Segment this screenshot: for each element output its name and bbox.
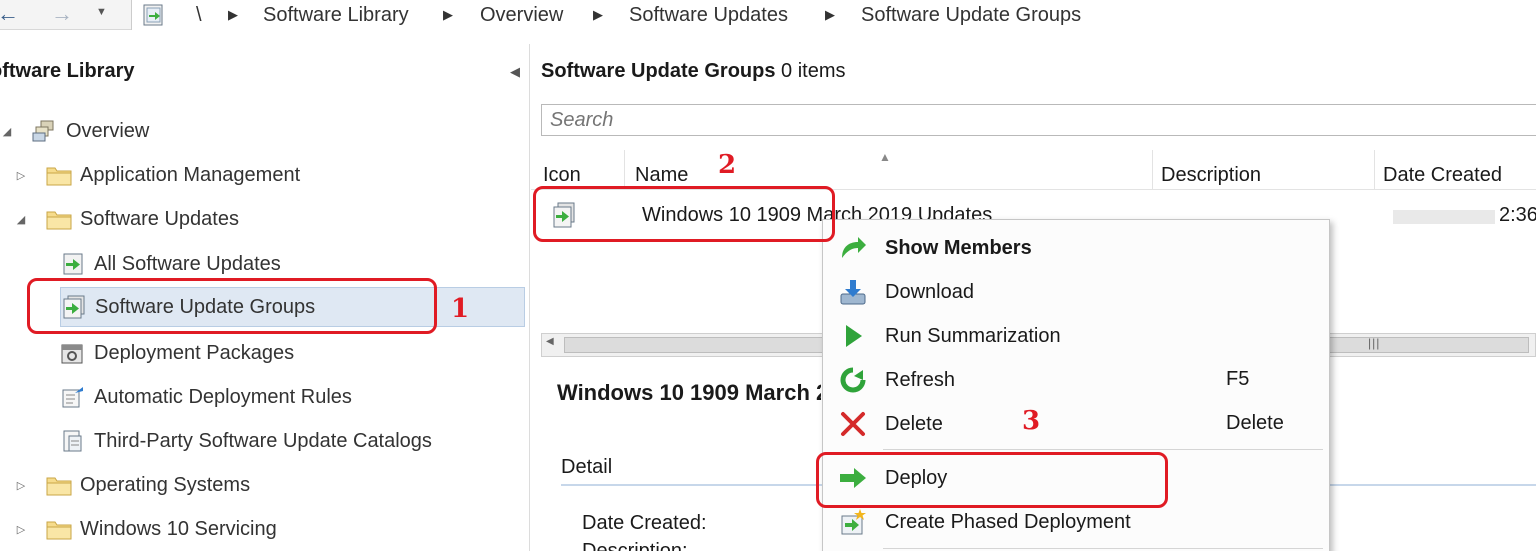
folder-icon	[46, 473, 72, 497]
breadcrumb-separator-icon[interactable]: ▶	[228, 6, 238, 24]
menu-shortcut: F5	[1226, 368, 1250, 390]
breadcrumb-overview[interactable]: Overview	[480, 3, 563, 27]
collapse-pane-icon[interactable]: ◀	[510, 64, 520, 80]
history-dropdown-icon[interactable]: ▼	[96, 6, 107, 18]
overview-icon	[32, 119, 58, 143]
refresh-icon	[835, 365, 871, 395]
details-title: Windows 10 1909 March 2019 Updates	[557, 380, 821, 405]
folder-icon	[46, 517, 72, 541]
tree-item-third-party-catalogs[interactable]: Third-Party Software Update Catalogs	[60, 421, 432, 461]
breadcrumb-root[interactable]: \	[196, 3, 202, 27]
annotation-box-step-3	[816, 452, 1168, 508]
catalog-icon	[60, 429, 86, 453]
tree-label: Application Management	[80, 164, 301, 186]
menu-shortcut: Delete	[1226, 412, 1284, 434]
address-bar: ← → ▼ \ ▶ Software Library ▶ Overview ▶ …	[0, 0, 1536, 30]
back-arrow-icon[interactable]: ←	[0, 2, 22, 28]
annotation-number-1: 1	[451, 294, 470, 324]
menu-item-delete[interactable]: Delete Delete	[823, 402, 1329, 446]
detail-description-label: Description:	[582, 540, 688, 551]
row-date-created: 2:36	[1499, 204, 1536, 226]
redacted-date	[1393, 210, 1495, 224]
collapsed-arrow-icon[interactable]: ▷	[14, 523, 28, 536]
menu-item-download[interactable]: Download	[823, 270, 1329, 314]
tree-label: Overview	[66, 120, 150, 142]
expanded-arrow-icon[interactable]: ◢	[14, 213, 28, 226]
menu-item-show-members[interactable]: Show Members	[823, 226, 1329, 270]
menu-label: Show Members	[885, 236, 1032, 259]
scrollbar-grip-icon: |||	[1368, 336, 1381, 350]
breadcrumb-separator-icon[interactable]: ▶	[825, 6, 835, 24]
content-pane-title: Software Update Groups 0 items	[541, 60, 846, 83]
menu-item-run-summarization[interactable]: Run Summarization	[823, 314, 1329, 358]
detail-section-header: Detail	[561, 456, 613, 478]
column-header-icon[interactable]: Icon	[531, 150, 625, 190]
annotation-number-3: 3	[1022, 406, 1041, 436]
grid-header: Icon Name ▲ Description Date Created	[531, 150, 1536, 190]
menu-label: Create Phased Deployment	[885, 510, 1131, 533]
sort-ascending-icon: ▲	[879, 150, 891, 164]
tree-label: Automatic Deployment Rules	[94, 386, 352, 408]
delete-icon	[835, 409, 871, 439]
expanded-arrow-icon[interactable]: ◢	[0, 125, 14, 138]
software-update-icon	[60, 252, 86, 276]
annotation-box-step-1	[27, 278, 437, 334]
tree-item-windows-10-servicing[interactable]: ▷ Windows 10 Servicing	[14, 509, 277, 549]
download-icon	[835, 277, 871, 307]
item-count: 0 items	[781, 60, 846, 82]
menu-separator	[883, 449, 1323, 450]
menu-label: Run Summarization	[885, 324, 1061, 347]
tree-label: All Software Updates	[94, 253, 281, 275]
search-input[interactable]	[541, 104, 1536, 136]
tree-label: Software Updates	[80, 208, 239, 230]
tree-item-operating-systems[interactable]: ▷ Operating Systems	[14, 465, 250, 505]
menu-label: Delete	[885, 412, 943, 435]
show-members-icon	[835, 233, 871, 263]
menu-label: Refresh	[885, 368, 956, 391]
breadcrumb-separator-icon[interactable]: ▶	[443, 6, 453, 24]
menu-label: Download	[885, 280, 974, 303]
tree-item-application-management[interactable]: ▷ Application Management	[14, 155, 300, 195]
annotation-number-2: 2	[718, 150, 737, 180]
tree-label: Operating Systems	[80, 474, 251, 496]
rule-icon	[60, 385, 86, 409]
collapsed-arrow-icon[interactable]: ▷	[14, 169, 28, 182]
run-summarization-icon	[835, 321, 871, 351]
folder-icon	[46, 163, 72, 187]
tree-label: Windows 10 Servicing	[80, 518, 277, 540]
menu-separator	[883, 548, 1323, 549]
forward-arrow-icon[interactable]: →	[48, 2, 76, 28]
column-header-description[interactable]: Description	[1153, 150, 1375, 190]
folder-icon	[46, 207, 72, 231]
collapsed-arrow-icon[interactable]: ▷	[14, 479, 28, 492]
breadcrumb-software-updates[interactable]: Software Updates	[629, 3, 788, 27]
package-icon	[60, 341, 86, 365]
tree-label: Deployment Packages	[94, 342, 295, 364]
column-header-date-created[interactable]: Date Created	[1375, 150, 1536, 190]
breadcrumb-separator-icon[interactable]: ▶	[593, 6, 603, 24]
tree-item-deployment-packages[interactable]: Deployment Packages	[60, 333, 294, 373]
detail-date-created-label: Date Created:	[582, 512, 707, 534]
tree-item-automatic-deployment-rules[interactable]: Automatic Deployment Rules	[60, 377, 352, 417]
scroll-left-icon[interactable]: ◀	[546, 336, 554, 347]
console-icon	[141, 3, 167, 32]
breadcrumb-software-library[interactable]: Software Library	[263, 3, 409, 27]
tree-item-overview[interactable]: ◢ Overview	[0, 111, 150, 151]
annotation-box-step-2	[533, 186, 835, 242]
content-title: Software Update Groups	[541, 60, 776, 82]
navigation-pane-title: oftware Library	[0, 60, 135, 82]
breadcrumb-software-update-groups[interactable]: Software Update Groups	[861, 3, 1081, 27]
phased-deployment-icon	[835, 507, 871, 537]
tree-item-software-updates[interactable]: ◢ Software Updates	[14, 199, 239, 239]
tree-label: Third-Party Software Update Catalogs	[94, 430, 432, 452]
menu-item-refresh[interactable]: Refresh F5	[823, 358, 1329, 402]
